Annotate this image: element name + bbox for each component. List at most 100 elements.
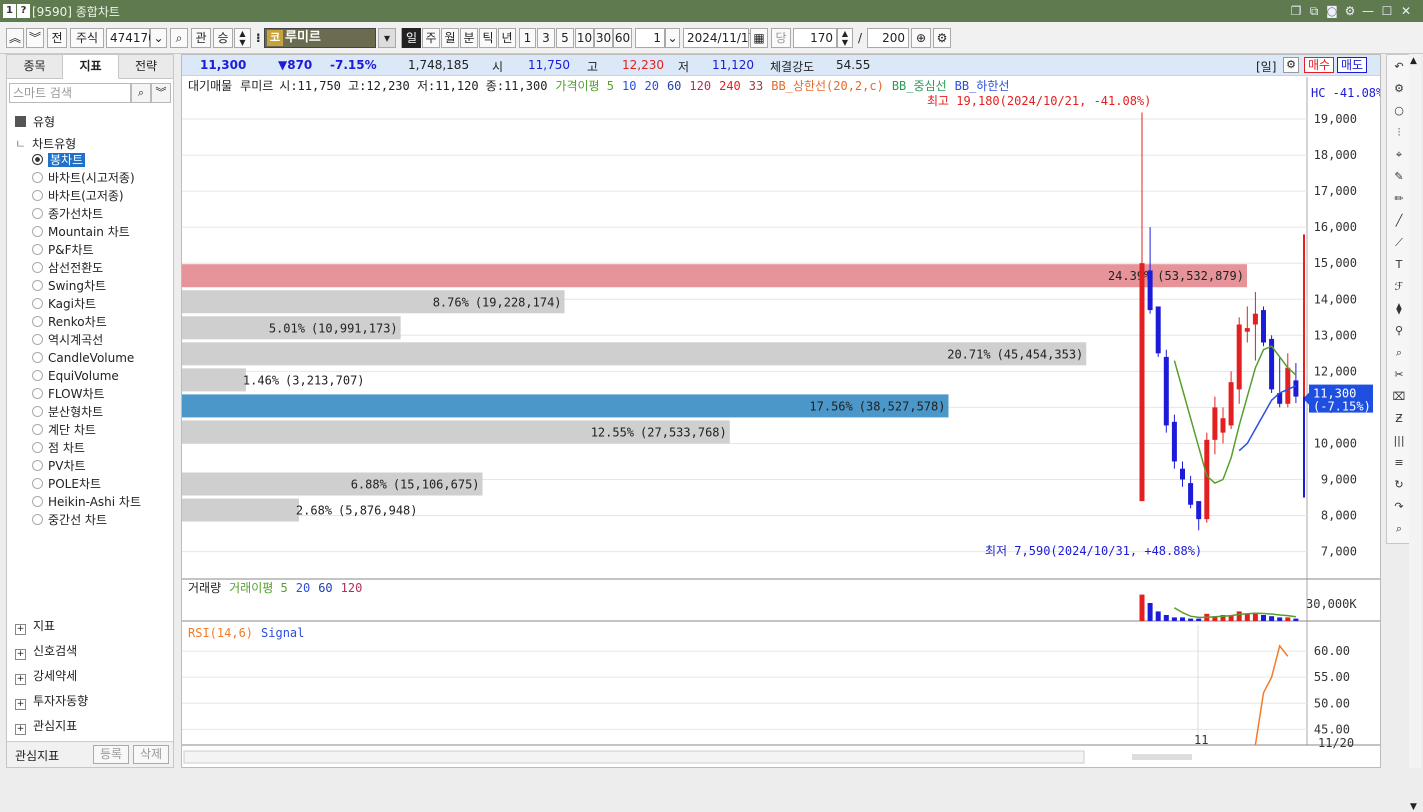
buy-button[interactable]: 매수 xyxy=(1304,57,1334,73)
chart-type-item[interactable]: FLOW차트 xyxy=(32,386,105,402)
expand-icon[interactable]: ︾ xyxy=(151,83,171,103)
text-tool-icon[interactable]: T xyxy=(1389,256,1409,274)
tree-chart-type[interactable]: ㄴ 차트유형 xyxy=(15,135,76,152)
chart-area[interactable]: 11,300 ▼870 -7.15% 1,748,185 시 11,750 고 … xyxy=(181,54,1381,768)
chart-type-item[interactable]: 바차트(시고저종) xyxy=(32,170,135,186)
delete-button[interactable]: 삭제 xyxy=(133,745,169,764)
chart-type-item[interactable]: PV차트 xyxy=(32,458,86,474)
zigzag-icon[interactable]: Ƶ xyxy=(1389,410,1409,428)
chart-type-item[interactable]: 바차트(고저종) xyxy=(32,188,124,204)
count-input[interactable]: 170 xyxy=(793,28,837,48)
crosshair-icon[interactable]: ⌖ xyxy=(1389,146,1409,164)
chart-type-item[interactable]: 분산형차트 xyxy=(32,404,103,420)
chevron-up-icon[interactable]: ︽ xyxy=(6,28,24,48)
minute-5-button[interactable]: 5 xyxy=(556,28,574,48)
section-favorite-indicator[interactable]: + 관심지표 xyxy=(15,717,77,735)
scroll-up-icon[interactable]: ▲ xyxy=(1410,56,1417,66)
chart-type-item[interactable]: 봉차트 xyxy=(32,152,86,168)
period-month-button[interactable]: 월 xyxy=(441,28,459,48)
chart-type-item[interactable]: P&F차트 xyxy=(32,242,94,258)
section-strength[interactable]: + 강세약세 xyxy=(15,667,77,685)
undo-icon[interactable]: ↶ xyxy=(1389,58,1409,76)
auto-line-icon[interactable]: ⟋ xyxy=(1389,234,1409,252)
register-button[interactable]: 등록 xyxy=(93,745,129,764)
chart-type-item[interactable]: 계단 차트 xyxy=(32,422,96,438)
chart-type-item[interactable]: Renko차트 xyxy=(32,314,107,330)
section-investor-trend[interactable]: + 투자자동향 xyxy=(15,692,88,710)
help-badge[interactable]: ? xyxy=(17,4,30,18)
chart-type-item[interactable]: Heikin-Ashi 차트 xyxy=(32,494,141,510)
period-minute-button[interactable]: 분 xyxy=(460,28,478,48)
spinner-icon[interactable]: ▲ ▼ xyxy=(837,28,853,48)
minimize-icon[interactable]: — xyxy=(1360,3,1376,19)
chart-type-item[interactable]: Kagi차트 xyxy=(32,296,96,312)
line-tool-icon[interactable]: ╱ xyxy=(1389,212,1409,230)
minute-3-button[interactable]: 3 xyxy=(537,28,555,48)
chart-type-item[interactable]: 중간선 차트 xyxy=(32,512,107,528)
minute-30-button[interactable]: 30 xyxy=(594,28,613,48)
link-icon[interactable]: ⧉ xyxy=(1306,3,1322,19)
chart-type-item[interactable]: 종가선차트 xyxy=(32,206,103,222)
settings-icon[interactable]: ⚙ xyxy=(933,28,951,48)
maximize-icon[interactable]: ☐ xyxy=(1379,3,1395,19)
all-button[interactable]: 전 xyxy=(47,28,67,48)
pencil-icon[interactable]: ✏ xyxy=(1389,190,1409,208)
chart-type-item[interactable]: 역시계곡선 xyxy=(32,332,103,348)
grid-h-icon[interactable]: ≡ xyxy=(1389,454,1409,472)
vertical-scrollbar[interactable]: ▲ ▼ xyxy=(1409,54,1421,812)
chevron-down-icon[interactable]: ︾ xyxy=(26,28,44,48)
minute-1-button[interactable]: 1 xyxy=(519,28,536,48)
period-year-button[interactable]: 년 xyxy=(498,28,516,48)
stock-name-field[interactable]: 코 루미르 xyxy=(264,28,376,48)
rise-button[interactable]: 승 xyxy=(213,28,233,48)
new-window-icon[interactable]: ❐ xyxy=(1288,3,1304,19)
spinner-icon[interactable]: ▲ ▼ xyxy=(234,28,251,48)
chart-tool-icon[interactable]: ⫶ xyxy=(1389,124,1409,142)
redo-icon[interactable]: ↷ xyxy=(1389,498,1409,516)
calendar-icon[interactable]: ▦ xyxy=(750,28,768,48)
chart-canvas[interactable]: 7,0008,0009,00010,00011,00012,00013,0001… xyxy=(182,77,1380,767)
close-icon[interactable]: ✕ xyxy=(1398,3,1414,19)
refresh-icon[interactable]: ↻ xyxy=(1389,476,1409,494)
current-button[interactable]: 당 xyxy=(771,28,791,48)
section-signal-search[interactable]: + 신호검색 xyxy=(15,642,77,660)
date-input[interactable]: 2024/11/17 xyxy=(683,28,756,48)
chart-type-item[interactable]: Mountain 차트 xyxy=(32,224,130,240)
minute-60-button[interactable]: 60 xyxy=(613,28,632,48)
chart-type-item[interactable]: 점 차트 xyxy=(32,440,85,456)
tab-stock[interactable]: 종목 xyxy=(7,55,63,79)
chart-type-item[interactable]: CandleVolume xyxy=(32,350,134,366)
zoom-icon[interactable]: ⊕ xyxy=(911,28,931,48)
delete-drawing-icon[interactable]: ⌧ xyxy=(1389,388,1409,406)
tab-strategy[interactable]: 전략 xyxy=(119,55,173,79)
search-icon[interactable]: ⌕ xyxy=(131,83,151,103)
search-input[interactable]: 스마트 검색 xyxy=(9,83,131,103)
magnifier-icon[interactable]: ⌕ xyxy=(1389,344,1409,362)
tree-root[interactable]: 유형 xyxy=(15,113,55,130)
pen-icon[interactable]: ✎ xyxy=(1389,168,1409,186)
gear-icon[interactable]: ⚙ xyxy=(1342,3,1358,19)
gear-icon[interactable]: ⚙ xyxy=(1389,80,1409,98)
total-input[interactable]: 200 xyxy=(867,28,909,48)
camera-icon[interactable]: ◙ xyxy=(1324,3,1340,19)
zoom-tool-icon[interactable]: ⚲ xyxy=(1389,322,1409,340)
chart-type-item[interactable]: Swing차트 xyxy=(32,278,106,294)
circle-tool-icon[interactable]: ○ xyxy=(1389,102,1409,120)
eraser-icon[interactable]: ✂ xyxy=(1389,366,1409,384)
search-icon[interactable]: ⌕ xyxy=(1389,520,1409,538)
window-number-badge[interactable]: 1 xyxy=(3,4,16,18)
market-select[interactable]: 주식 xyxy=(70,28,104,48)
sell-button[interactable]: 매도 xyxy=(1337,57,1367,73)
settings-icon[interactable]: ⚙ xyxy=(1283,57,1299,73)
period-day-button[interactable]: 일 xyxy=(402,28,421,48)
grid-v-icon[interactable]: ||| xyxy=(1389,432,1409,450)
minute-10-button[interactable]: 10 xyxy=(575,28,594,48)
fibonacci-icon[interactable]: ℱ xyxy=(1389,278,1409,296)
chart-type-item[interactable]: POLE차트 xyxy=(32,476,101,492)
watchlist-button[interactable]: 관 xyxy=(191,28,211,48)
candle-tool-icon[interactable]: ⧫ xyxy=(1389,300,1409,318)
scroll-down-icon[interactable]: ▼ xyxy=(1410,802,1417,812)
stock-list-button[interactable]: ▾ xyxy=(378,28,396,48)
dropdown-icon[interactable]: ⌄ xyxy=(665,28,680,48)
period-tick-button[interactable]: 틱 xyxy=(479,28,497,48)
